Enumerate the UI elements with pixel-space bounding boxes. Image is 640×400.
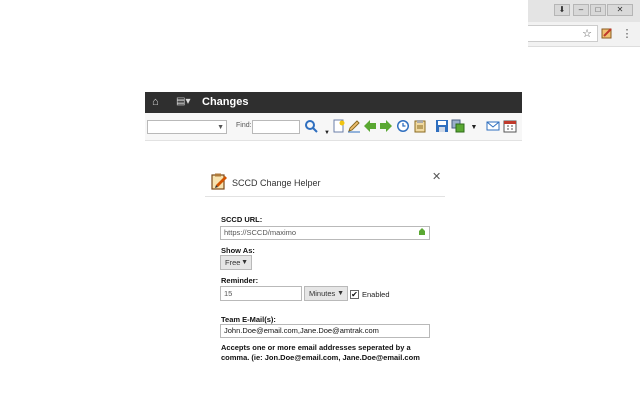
- enabled-checkbox[interactable]: ✔: [350, 290, 359, 299]
- sccd-url-label: SCCD URL:: [221, 215, 263, 224]
- edit-pencil-icon[interactable]: [347, 119, 361, 133]
- search-icon[interactable]: [304, 119, 318, 133]
- reminder-unit-value: Minutes: [309, 289, 336, 298]
- previous-record-icon[interactable]: [363, 119, 377, 133]
- clipboard-pencil-icon: [210, 172, 228, 190]
- clipboard-icon[interactable]: [413, 119, 427, 133]
- reminder-unit-select[interactable]: Minutes ▼: [304, 286, 348, 301]
- menu-icon[interactable]: ▤▾: [176, 95, 190, 109]
- show-as-select[interactable]: Free ▼: [220, 255, 252, 270]
- find-label: Find:: [236, 122, 252, 129]
- home-icon[interactable]: ⌂: [152, 95, 159, 109]
- reminder-input[interactable]: 15: [220, 286, 302, 301]
- chevron-down-icon: ▼: [241, 259, 248, 266]
- show-as-label: Show As:: [221, 246, 255, 255]
- toolbar: ▼ Find: ▼ ▼: [145, 113, 522, 141]
- enabled-label: Enabled: [362, 290, 390, 299]
- chevron-down-icon: ▼: [337, 290, 344, 297]
- maximize-button[interactable]: □: [590, 4, 606, 16]
- profile-button[interactable]: ⬇: [554, 4, 570, 16]
- saved-query-select[interactable]: ▼: [147, 120, 227, 134]
- sccd-url-input[interactable]: https://SCCD/maximo: [220, 226, 430, 240]
- change-helper-dialog: SCCD Change Helper ✕ SCCD URL: https://S…: [205, 166, 445, 376]
- show-as-value: Free: [225, 258, 241, 267]
- team-email-input[interactable]: John.Doe@email.com,Jane.Doe@amtrak.com: [220, 324, 430, 338]
- duplicate-icon[interactable]: [451, 119, 465, 133]
- team-email-label: Team E-Mail(s):: [221, 315, 276, 324]
- find-input[interactable]: [252, 120, 300, 134]
- save-icon[interactable]: [435, 119, 449, 133]
- history-clock-icon[interactable]: [396, 119, 410, 133]
- browser-menu-icon[interactable]: ⋮: [620, 27, 634, 41]
- sccd-url-value: https://SCCD/maximo: [224, 228, 297, 237]
- reminder-label: Reminder:: [221, 276, 259, 285]
- close-window-button[interactable]: ✕: [607, 4, 633, 16]
- reminder-value: 15: [224, 289, 233, 298]
- extension-icon[interactable]: [600, 27, 614, 43]
- email-icon[interactable]: [486, 119, 500, 133]
- url-status-icon: [417, 227, 427, 237]
- help-text: Accepts one or more email addresses sepe…: [221, 343, 420, 362]
- app-header: ⌂ ▤▾ Changes: [145, 92, 522, 113]
- next-record-icon[interactable]: [379, 119, 393, 133]
- new-record-icon[interactable]: [332, 119, 346, 133]
- page-title: Changes: [202, 96, 249, 108]
- calendar-icon[interactable]: [503, 119, 517, 133]
- more-actions-dropdown-icon[interactable]: ▼: [467, 121, 481, 135]
- dialog-title: SCCD Change Helper: [232, 178, 321, 188]
- close-icon[interactable]: ✕: [432, 170, 441, 183]
- divider: [205, 196, 445, 197]
- minimize-button[interactable]: –: [573, 4, 589, 16]
- bookmark-star-icon[interactable]: ☆: [580, 27, 594, 41]
- team-email-value: John.Doe@email.com,Jane.Doe@amtrak.com: [224, 326, 379, 335]
